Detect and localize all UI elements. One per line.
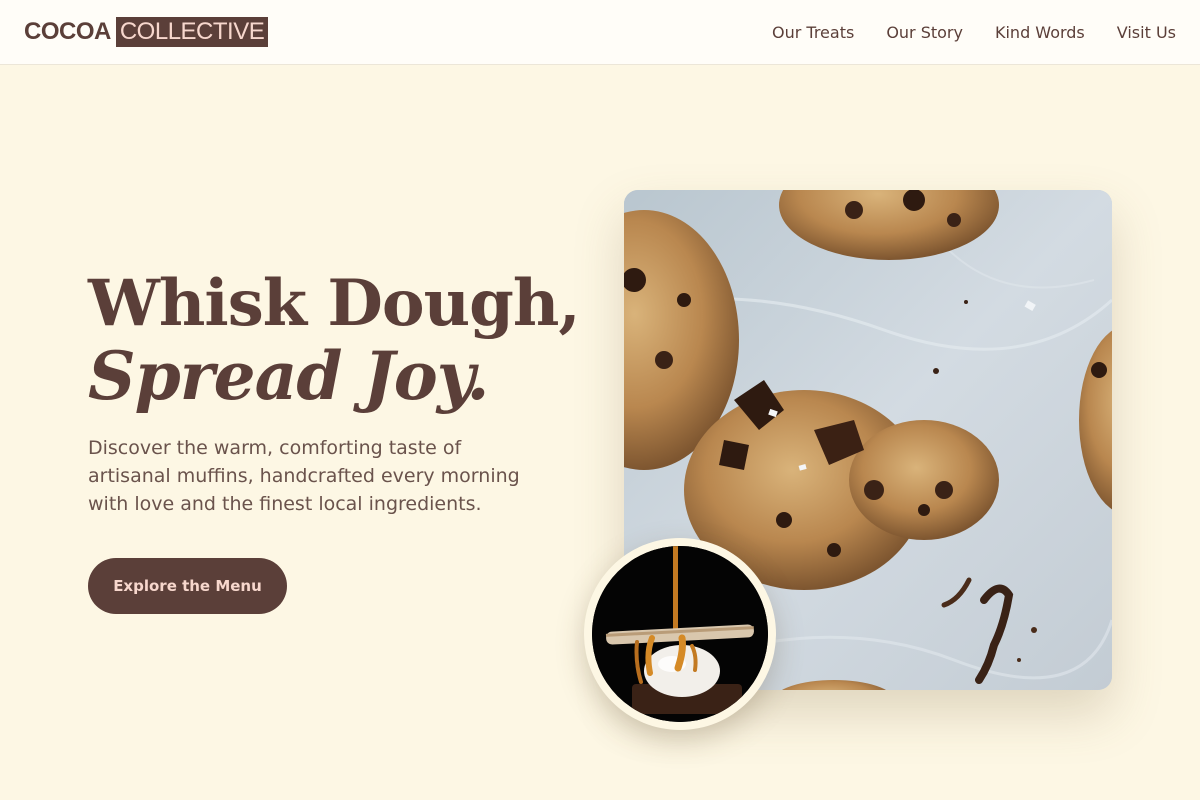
nav-link-visit-us[interactable]: Visit Us bbox=[1117, 23, 1176, 42]
site-header: COCOA COLLECTIVE Our Treats Our Story Ki… bbox=[0, 0, 1200, 65]
hero-heading-line1: Whisk Dough, bbox=[88, 266, 581, 341]
nav-link-kind-words[interactable]: Kind Words bbox=[995, 23, 1085, 42]
logo-text-cocoa: COCOA bbox=[24, 18, 111, 45]
dessert-inset-photo bbox=[592, 546, 768, 722]
brand-logo[interactable]: COCOA COLLECTIVE bbox=[24, 17, 269, 47]
dessert-illustration bbox=[592, 546, 768, 722]
hero-description: Discover the warm, comforting taste of a… bbox=[88, 437, 520, 515]
nav-link-our-treats[interactable]: Our Treats bbox=[772, 23, 854, 42]
main-nav: Our Treats Our Story Kind Words Visit Us bbox=[772, 23, 1176, 42]
hero-heading-line2: Spread Joy. bbox=[88, 337, 489, 415]
dessert-inset-frame bbox=[584, 538, 776, 730]
nav-link-our-story[interactable]: Our Story bbox=[886, 23, 963, 42]
hero-heading: Whisk Dough, Spread Joy. bbox=[88, 266, 581, 415]
logo-text-collective: COLLECTIVE bbox=[115, 17, 269, 47]
explore-menu-button[interactable]: Explore the Menu bbox=[88, 558, 287, 614]
